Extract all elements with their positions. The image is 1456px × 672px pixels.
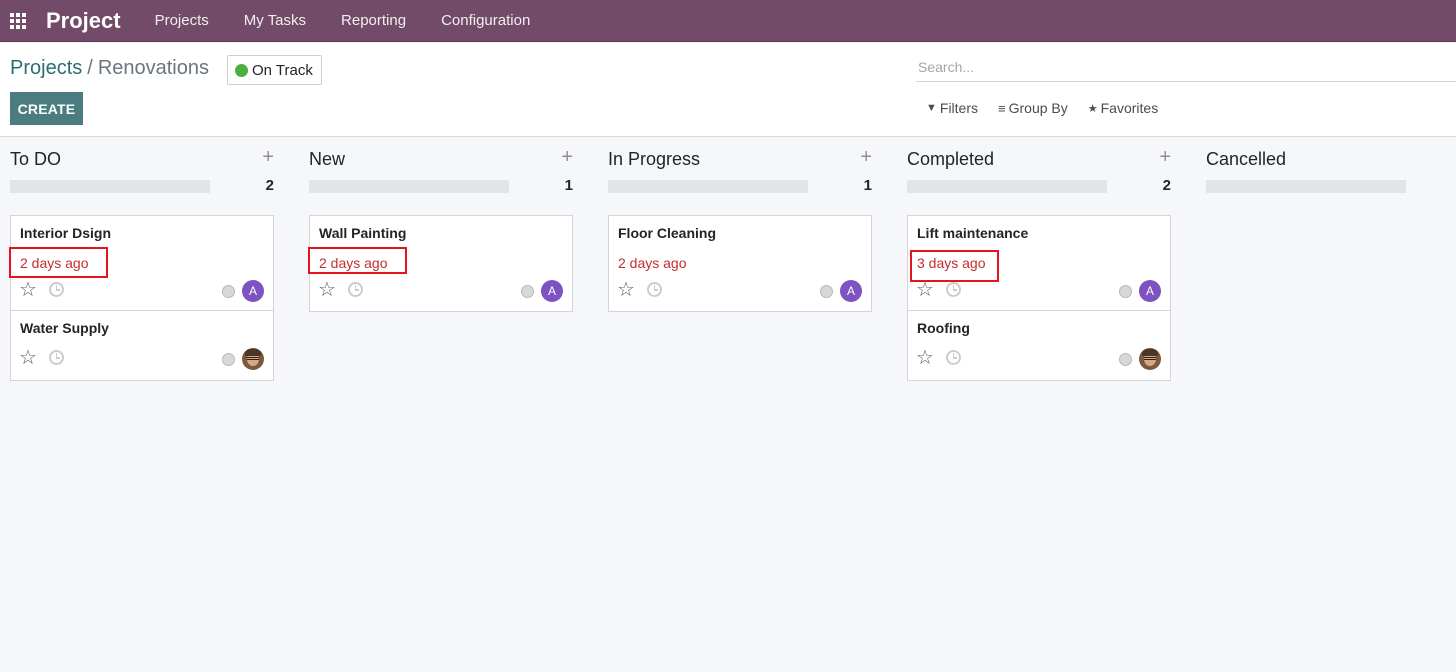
- bars-icon: ≡: [998, 100, 1006, 116]
- top-navbar: Project Projects My Tasks Reporting Conf…: [0, 0, 1456, 42]
- menu-configuration[interactable]: Configuration: [441, 12, 530, 29]
- clock-icon[interactable]: [647, 282, 662, 297]
- highlight-box: [910, 250, 999, 282]
- column-progress-bar[interactable]: [1206, 180, 1406, 193]
- card-deadline: 2 days ago: [618, 255, 687, 271]
- star-icon[interactable]: ☆: [916, 280, 934, 300]
- clock-icon[interactable]: [49, 282, 64, 297]
- column-count: 2: [265, 177, 274, 194]
- card-list: Interior Dsign 2 days ago ☆ A Water Supp…: [9, 215, 274, 381]
- search-input[interactable]: [916, 52, 1456, 82]
- kanban-state-icon[interactable]: [222, 285, 235, 298]
- app-name[interactable]: Project: [46, 8, 121, 34]
- star-icon[interactable]: ☆: [19, 280, 37, 300]
- column-count: 1: [564, 177, 573, 194]
- star-icon[interactable]: ☆: [916, 348, 934, 368]
- kanban-state-icon[interactable]: [521, 285, 534, 298]
- add-task-icon[interactable]: +: [561, 147, 573, 167]
- filters-label: Filters: [939, 100, 979, 116]
- column-progress-bar[interactable]: [309, 180, 509, 193]
- column-count: 1: [863, 177, 872, 194]
- card-title: Wall Painting: [319, 225, 407, 241]
- breadcrumb: Projects / Renovations: [10, 57, 209, 80]
- group-by-button[interactable]: ≡ Group By: [998, 100, 1068, 116]
- star-icon[interactable]: ☆: [318, 280, 336, 300]
- filter-icon: ▼: [926, 102, 937, 114]
- clock-icon[interactable]: [348, 282, 363, 297]
- kanban-state-icon[interactable]: [1119, 285, 1132, 298]
- kanban-state-icon[interactable]: [1119, 353, 1132, 366]
- card-list: Wall Painting 2 days ago ☆ A: [308, 215, 573, 312]
- star-icon[interactable]: ☆: [617, 280, 635, 300]
- star-icon: ★: [1087, 102, 1098, 115]
- kanban-card[interactable]: Lift maintenance 3 days ago ☆ A: [908, 216, 1170, 311]
- highlight-box: [9, 247, 108, 278]
- status-dot-icon: [235, 63, 248, 77]
- column-title: In Progress: [608, 149, 701, 169]
- avatar[interactable]: A: [1139, 280, 1161, 302]
- avatar[interactable]: A: [541, 280, 563, 302]
- clock-icon[interactable]: [946, 282, 961, 297]
- avatar-photo[interactable]: [1139, 348, 1161, 370]
- breadcrumb-current: Renovations: [97, 57, 209, 79]
- add-task-icon[interactable]: +: [1159, 147, 1171, 167]
- card-title: Floor Cleaning: [618, 225, 716, 241]
- menu-reporting[interactable]: Reporting: [341, 12, 406, 29]
- filters-button[interactable]: ▼ Filters: [926, 100, 978, 116]
- avatar[interactable]: A: [242, 280, 264, 302]
- avatar-photo[interactable]: [242, 348, 264, 370]
- status-label: On Track: [252, 61, 313, 79]
- kanban-card[interactable]: Wall Painting 2 days ago ☆ A: [308, 216, 572, 311]
- card-title: Water Supply: [20, 320, 109, 336]
- card-list: Floor Cleaning 2 days ago ☆ A: [608, 215, 872, 312]
- add-task-icon[interactable]: +: [262, 147, 274, 167]
- kanban-card[interactable]: Roofing ☆: [908, 311, 1170, 380]
- kanban-card[interactable]: Water Supply ☆: [11, 311, 273, 380]
- column-title: Cancelled: [1206, 149, 1287, 169]
- column-title: Completed: [907, 149, 995, 169]
- search-options: ▼ Filters ≡ Group By ★ Favorites: [926, 100, 1178, 116]
- kanban-state-icon[interactable]: [222, 353, 235, 366]
- menu-projects[interactable]: Projects: [155, 12, 209, 29]
- star-icon[interactable]: ☆: [19, 348, 37, 368]
- create-button[interactable]: CREATE: [10, 92, 83, 125]
- column-title: To DO: [10, 149, 62, 169]
- menu-my-tasks[interactable]: My Tasks: [244, 12, 306, 29]
- highlight-box: [308, 247, 407, 274]
- apps-menu-icon[interactable]: [10, 12, 28, 29]
- column-progress-bar[interactable]: [608, 180, 808, 193]
- project-status-button[interactable]: On Track: [227, 55, 322, 85]
- control-panel: Projects / Renovations On Track CREATE ▼…: [0, 43, 1456, 137]
- group-by-label: Group By: [1008, 100, 1068, 116]
- favorites-label: Favorites: [1100, 100, 1159, 116]
- kanban-card[interactable]: Floor Cleaning 2 days ago ☆ A: [609, 216, 871, 311]
- kanban-card[interactable]: Interior Dsign 2 days ago ☆ A: [9, 216, 273, 311]
- favorites-button[interactable]: ★ Favorites: [1088, 100, 1158, 116]
- card-title: Lift maintenance: [917, 225, 1029, 241]
- add-task-icon[interactable]: +: [860, 147, 872, 167]
- column-count: 2: [1162, 177, 1171, 194]
- card-title: Interior Dsign: [20, 225, 112, 241]
- kanban-state-icon[interactable]: [820, 285, 833, 298]
- card-title: Roofing: [917, 320, 970, 336]
- breadcrumb-separator: /: [87, 57, 93, 79]
- clock-icon[interactable]: [946, 350, 961, 365]
- breadcrumb-projects-link[interactable]: Projects: [10, 57, 82, 80]
- column-progress-bar[interactable]: [10, 180, 210, 193]
- clock-icon[interactable]: [49, 350, 64, 365]
- avatar[interactable]: A: [840, 280, 862, 302]
- column-progress-bar[interactable]: [907, 180, 1107, 193]
- card-list: Lift maintenance 3 days ago ☆ A Roofing …: [907, 215, 1171, 381]
- column-title: New: [309, 149, 346, 169]
